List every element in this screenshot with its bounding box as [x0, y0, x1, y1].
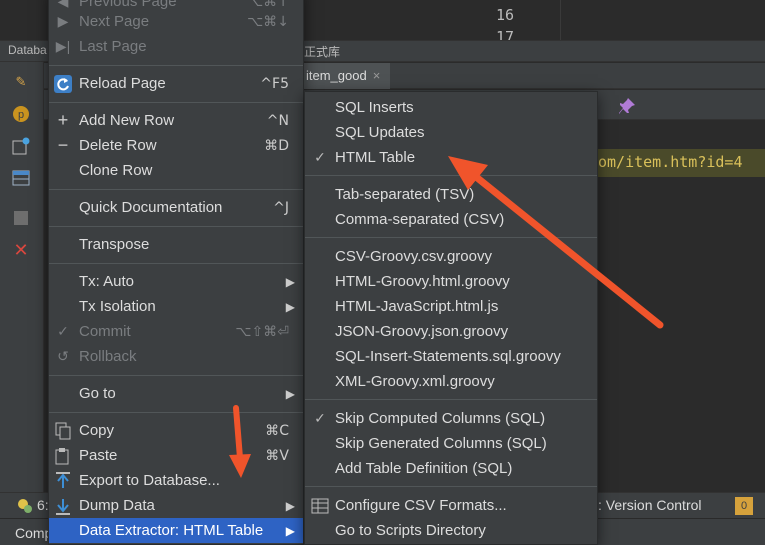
table-view-icon[interactable] — [11, 168, 31, 188]
submenu-arrow-icon: ▶ — [285, 386, 295, 401]
wrench-icon[interactable]: ✎ — [11, 72, 31, 92]
submenu-arrow-icon: ▶ — [285, 274, 295, 289]
tool-window-tab-database[interactable]: Databa — [8, 43, 47, 57]
tool-window-tab-prod[interactable]: 正式库 — [304, 43, 340, 60]
status-text: Comp — [15, 525, 53, 541]
data-extractor-submenu: SQL Inserts SQL Updates ✓ HTML Table Tab… — [304, 91, 598, 545]
tool-window-number[interactable]: 6: — [37, 497, 49, 513]
submenu-arrow-icon: ▶ — [285, 299, 295, 314]
tool-window-version-control[interactable]: : Version Control — [598, 497, 702, 513]
database-toolbar-strip: ✎ p ✕ — [0, 62, 44, 492]
menu-separator — [49, 102, 303, 103]
svg-text:p: p — [18, 109, 24, 121]
menu-item-last-page[interactable]: ▶| Last Page — [49, 34, 303, 59]
menu-item-export-to-database[interactable]: Export to Database... — [49, 468, 303, 493]
last-page-icon: ▶| — [55, 38, 71, 54]
menu-separator — [305, 175, 597, 176]
option-add-table-definition[interactable]: Add Table Definition (SQL) — [305, 456, 597, 481]
checkmark-icon: ✓ — [314, 410, 326, 426]
console-icon[interactable] — [11, 136, 31, 156]
checkmark-icon: ✓ — [57, 323, 69, 339]
extractor-sql-inserts[interactable]: SQL Inserts — [305, 95, 597, 120]
menu-item-next-page[interactable]: ▶ Next Page ⌥⌘↓ — [49, 9, 303, 34]
copy-icon — [54, 422, 72, 440]
menu-item-clone-row[interactable]: Clone Row — [49, 158, 303, 183]
menu-item-tx-isolation[interactable]: Tx Isolation ▶ — [49, 294, 303, 319]
menu-item-quick-documentation[interactable]: Quick Documentation ^J — [49, 195, 303, 220]
extractor-csv[interactable]: Comma-separated (CSV) — [305, 207, 597, 232]
menu-item-copy[interactable]: Copy ⌘C — [49, 418, 303, 443]
go-to-scripts-directory[interactable]: Go to Scripts Directory — [305, 518, 597, 543]
gutter-divider — [560, 0, 561, 40]
menu-item-go-to[interactable]: Go to ▶ — [49, 381, 303, 406]
close-tab-icon[interactable]: × — [373, 68, 381, 83]
menu-separator — [49, 375, 303, 376]
editor-tab-label: item_good — [306, 68, 367, 83]
menu-item-transpose[interactable]: Transpose — [49, 232, 303, 257]
extractor-tsv[interactable]: Tab-separated (TSV) — [305, 182, 597, 207]
extractor-xml-groovy[interactable]: XML-Groovy.xml.groovy — [305, 369, 597, 394]
checkmark-icon: ✓ — [314, 149, 326, 165]
line-number: 16 — [496, 6, 515, 24]
pin-icon[interactable] — [618, 97, 636, 115]
menu-separator — [49, 189, 303, 190]
reload-icon — [54, 74, 72, 93]
submenu-arrow-icon: ▶ — [285, 523, 295, 538]
stop-icon[interactable] — [11, 208, 31, 228]
structure-icon[interactable] — [16, 497, 34, 515]
menu-item-commit[interactable]: ✓ Commit ⌥⇧⌘⏎ — [49, 319, 303, 344]
extractor-sql-updates[interactable]: SQL Updates — [305, 120, 597, 145]
context-menu: ◀ Previous Page ⌥⌘↑ ▶ Next Page ⌥⌘↓ ▶| L… — [48, 0, 304, 545]
next-page-icon: ▶ — [57, 13, 69, 29]
option-skip-generated-columns[interactable]: Skip Generated Columns (SQL) — [305, 431, 597, 456]
menu-separator — [49, 412, 303, 413]
close-icon[interactable]: ✕ — [11, 240, 31, 260]
plus-icon: + — [57, 110, 69, 130]
menu-item-data-extractor[interactable]: Data Extractor: HTML Table ▶ — [49, 518, 303, 543]
menu-item-add-new-row[interactable]: + Add New Row ^N — [49, 108, 303, 133]
minus-icon: − — [57, 135, 69, 155]
menu-item-delete-row[interactable]: − Delete Row ⌘D — [49, 133, 303, 158]
menu-item-paste[interactable]: Paste ⌘V — [49, 443, 303, 468]
menu-separator — [49, 65, 303, 66]
menu-item-dump-data[interactable]: Dump Data ▶ — [49, 493, 303, 518]
grid-cell-url[interactable]: om/item.htm?id=4 — [598, 153, 743, 171]
menu-separator — [305, 486, 597, 487]
menu-item-reload-page[interactable]: Reload Page ^F5 — [49, 71, 303, 96]
extractor-html-groovy[interactable]: HTML-Groovy.html.groovy — [305, 269, 597, 294]
extractor-json-groovy[interactable]: JSON-Groovy.json.groovy — [305, 319, 597, 344]
extractor-csv-groovy[interactable]: CSV-Groovy.csv.groovy — [305, 244, 597, 269]
menu-separator — [305, 399, 597, 400]
editor-area — [488, 0, 765, 40]
rollback-icon: ↺ — [57, 348, 69, 364]
submenu-arrow-icon: ▶ — [285, 498, 295, 513]
extractor-html-javascript[interactable]: HTML-JavaScript.html.js — [305, 294, 597, 319]
dump-data-icon — [54, 497, 72, 515]
configure-table-icon — [311, 497, 329, 515]
menu-separator — [49, 226, 303, 227]
menu-item-tx-auto[interactable]: Tx: Auto ▶ — [49, 269, 303, 294]
configure-csv-formats[interactable]: Configure CSV Formats... — [305, 493, 597, 518]
paste-icon — [54, 447, 72, 465]
option-skip-computed-columns[interactable]: ✓ Skip Computed Columns (SQL) — [305, 406, 597, 431]
menu-separator — [49, 263, 303, 264]
menu-separator — [305, 237, 597, 238]
extractor-sql-insert-statements[interactable]: SQL-Insert-Statements.sql.groovy — [305, 344, 597, 369]
editor-tab-item-good[interactable]: item_good × — [296, 63, 391, 89]
export-icon — [54, 471, 72, 490]
event-log-icon[interactable]: 0 — [735, 497, 753, 515]
menu-item-rollback[interactable]: ↺ Rollback — [49, 344, 303, 369]
properties-icon[interactable]: p — [11, 104, 31, 124]
ide-window: 16 17 Databa 正式库 ✎ p ✕ item_good × om/ite… — [0, 0, 765, 545]
extractor-html-table[interactable]: ✓ HTML Table — [305, 145, 597, 170]
